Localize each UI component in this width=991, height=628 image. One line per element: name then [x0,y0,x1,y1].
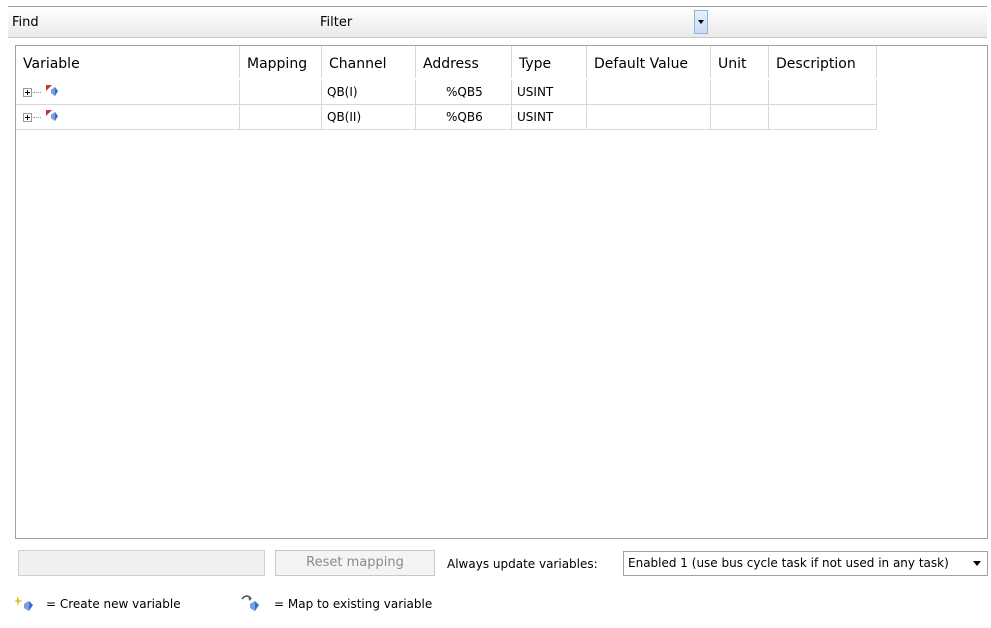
type-cell: USINT [512,105,587,130]
column-header-description[interactable]: Description [769,46,877,78]
map-variable-icon [241,595,259,611]
column-header-variable[interactable]: Variable [16,46,240,78]
create-new-variable-text: = Create new variable [46,597,181,611]
table-row[interactable]: QB(I) %QB5 USINT [16,80,877,105]
map-variable-icon [46,110,58,121]
column-header-address[interactable]: Address [416,46,512,78]
description-cell[interactable] [769,105,877,130]
find-label[interactable]: Find [12,15,39,30]
column-header-mapping[interactable]: Mapping [240,46,322,78]
map-variable-icon [46,85,58,96]
bottom-toolbar: Reset mapping Always update variables: E… [0,548,991,582]
mapping-cell[interactable] [240,105,322,130]
reset-mapping-button[interactable]: Reset mapping [275,550,435,576]
unit-cell[interactable] [711,105,769,130]
table-row[interactable]: QB(II) %QB6 USINT [16,105,877,130]
map-existing-variable-text: = Map to existing variable [274,597,433,611]
chevron-down-icon [698,20,704,24]
default-value-cell[interactable] [587,80,711,105]
always-update-value: Enabled 1 (use bus cycle task if not use… [628,556,949,570]
filter-dropdown-button[interactable] [694,10,708,34]
default-value-cell[interactable] [587,105,711,130]
plus-box-icon[interactable] [23,88,32,97]
channel-cell: QB(II) [322,105,416,130]
column-header-unit[interactable]: Unit [711,46,769,78]
legend: = Create new variable = Map to existing … [0,590,991,620]
address-cell: %QB6 [416,105,512,130]
column-header-channel[interactable]: Channel [322,46,416,78]
mapping-cell[interactable] [240,80,322,105]
plus-box-icon[interactable] [23,113,32,122]
filter-label[interactable]: Filter [320,15,352,30]
column-header-default-value[interactable]: Default Value [587,46,711,78]
unit-cell[interactable] [711,80,769,105]
description-cell[interactable] [769,80,877,105]
type-cell: USINT [512,80,587,105]
always-update-label: Always update variables: [447,557,598,571]
create-variable-icon [14,596,33,611]
address-cell: %QB5 [416,80,512,105]
column-header-type[interactable]: Type [512,46,587,78]
top-divider [8,6,987,7]
tree-connector [33,117,41,118]
io-mapping-table: Variable Mapping Channel Address Type De… [15,45,988,539]
channel-cell: QB(I) [322,80,416,105]
variable-cell[interactable] [16,80,240,105]
find-filter-bar: Find Filter [8,8,987,38]
chevron-down-icon[interactable] [973,561,981,566]
always-update-select[interactable]: Enabled 1 (use bus cycle task if not use… [623,551,988,576]
tree-connector [33,92,41,93]
variable-cell[interactable] [16,105,240,130]
table-header: Variable Mapping Channel Address Type De… [16,46,987,78]
mapping-status-field [18,550,265,576]
